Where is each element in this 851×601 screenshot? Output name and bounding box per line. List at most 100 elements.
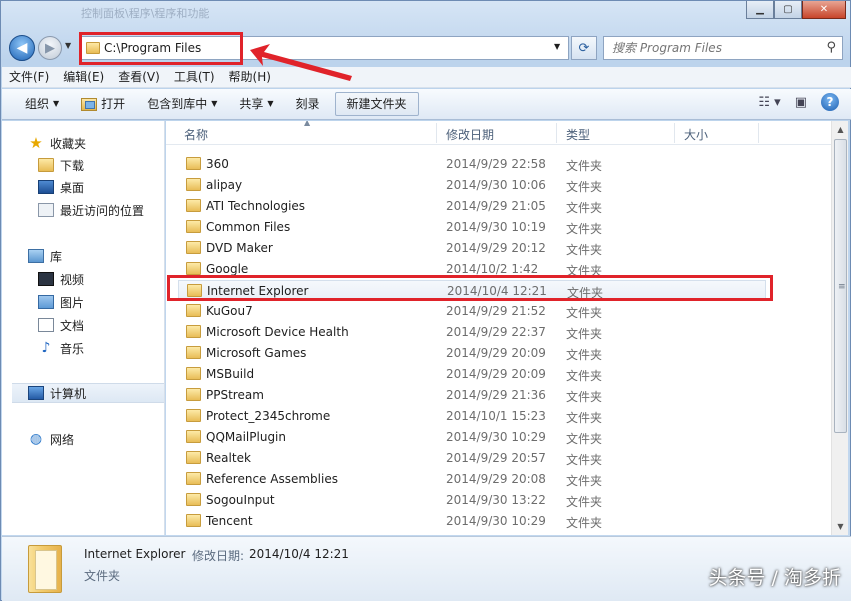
- sidebar-item-videos[interactable]: 视频: [38, 269, 84, 289]
- maximize-button[interactable]: ▢: [774, 1, 802, 19]
- menu-file[interactable]: 文件(F): [2, 67, 56, 88]
- table-row[interactable]: Common Files 2014/9/30 10:19 文件夹: [178, 217, 766, 238]
- help-icon[interactable]: ?: [821, 93, 839, 111]
- column-type[interactable]: 类型: [566, 126, 590, 143]
- table-row[interactable]: Realtek 2014/9/29 20:57 文件夹: [178, 448, 766, 469]
- table-row[interactable]: Windows Defender2014/9/14 1:33文件夹: [178, 532, 766, 535]
- open-icon: [81, 97, 98, 111]
- table-row[interactable]: ATI Technologies 2014/9/29 21:05 文件夹: [178, 196, 766, 217]
- file-date: 2014/9/29 20:08: [446, 472, 546, 486]
- table-row[interactable]: QQMailPlugin 2014/9/30 10:29 文件夹: [178, 427, 766, 448]
- sidebar-item-recent[interactable]: 最近访问的位置: [38, 200, 144, 220]
- vertical-scrollbar[interactable]: ▲ ≡ ▼: [831, 121, 848, 535]
- view-options-icon[interactable]: ☷ ▾: [758, 95, 780, 110]
- burn-label: 刻录: [295, 97, 320, 111]
- sidebar-item-label: 图片: [60, 295, 85, 310]
- command-bar: 组织 ▼ 打开 包含到库中 ▼ 共享 ▼ 刻录 新建文件夹 ☷ ▾ ▣ ?: [2, 89, 851, 120]
- table-row[interactable]: Tencent 2014/9/30 10:29 文件夹: [178, 511, 766, 532]
- file-name: Microsoft Device Health: [206, 325, 349, 339]
- file-name: Realtek: [206, 451, 251, 465]
- menu-edit[interactable]: 编辑(E): [56, 67, 111, 88]
- menu-help[interactable]: 帮助(H): [222, 67, 278, 88]
- sidebar-item-music[interactable]: ♪ 音乐: [38, 338, 84, 358]
- sidebar-item-computer[interactable]: 计算机: [12, 383, 164, 403]
- close-button[interactable]: ✕: [802, 1, 846, 19]
- folder-icon: [186, 346, 201, 359]
- file-date: 2014/9/30 10:29: [446, 514, 546, 528]
- forward-arrow-icon: ▶: [45, 40, 55, 56]
- table-row[interactable]: Protect_2345chrome 2014/10/1 15:23 文件夹: [178, 406, 766, 427]
- sidebar-item-desktop[interactable]: 桌面: [38, 177, 84, 197]
- sidebar-item-libraries[interactable]: 库: [28, 246, 62, 266]
- table-row[interactable]: KuGou7 2014/9/29 21:52 文件夹: [178, 301, 766, 322]
- view-controls: ☷ ▾ ▣ ?: [758, 93, 839, 111]
- window-controls: ▁ ▢ ✕: [746, 1, 846, 19]
- chevron-down-icon: ▼: [53, 99, 60, 108]
- video-icon: [38, 272, 54, 286]
- open-button[interactable]: 打开: [70, 92, 136, 116]
- recent-pages-dropdown[interactable]: ▼: [65, 41, 71, 50]
- menu-tools[interactable]: 工具(T): [167, 67, 222, 88]
- back-arrow-icon: ◀: [16, 40, 28, 56]
- table-row[interactable]: 360 2014/9/29 22:58 文件夹: [178, 154, 766, 175]
- table-row[interactable]: SogouInput 2014/9/30 13:22 文件夹: [178, 490, 766, 511]
- title-bar[interactable]: 控制面板\程序\程序和功能 ▁ ▢ ✕: [1, 1, 851, 25]
- details-date-label: 修改日期:: [192, 549, 245, 563]
- sidebar-item-documents[interactable]: 文档: [38, 315, 84, 335]
- file-name: Protect_2345chrome: [206, 409, 331, 423]
- refresh-button[interactable]: ⟳: [571, 36, 597, 60]
- table-row[interactable]: MSBuild 2014/9/29 20:09 文件夹: [178, 364, 766, 385]
- folder-icon: [186, 199, 201, 212]
- address-dropdown-icon[interactable]: ▼: [554, 42, 560, 51]
- column-name[interactable]: 名称: [184, 126, 208, 143]
- table-row[interactable]: DVD Maker 2014/9/29 20:12 文件夹: [178, 238, 766, 259]
- file-name: PPStream: [206, 388, 264, 402]
- forward-button[interactable]: ▶: [38, 36, 62, 60]
- search-icon[interactable]: ⚲: [826, 40, 836, 55]
- sidebar-item-favorites[interactable]: ★ 收藏夹: [28, 133, 86, 153]
- table-row[interactable]: PPStream 2014/9/29 21:36 文件夹: [178, 385, 766, 406]
- include-in-library-button[interactable]: 包含到库中 ▼: [136, 92, 228, 116]
- file-name: ATI Technologies: [206, 199, 306, 213]
- sort-arrow-icon: ▲: [304, 121, 311, 127]
- table-row[interactable]: Reference Assemblies 2014/9/29 20:08 文件夹: [178, 469, 766, 490]
- burn-button[interactable]: 刻录: [285, 92, 331, 116]
- column-divider[interactable]: [758, 123, 759, 143]
- column-divider[interactable]: [436, 123, 437, 143]
- table-row[interactable]: Microsoft Games 2014/9/29 20:09 文件夹: [178, 343, 766, 364]
- sidebar-item-pictures[interactable]: 图片: [38, 292, 84, 312]
- file-name: Google: [206, 262, 249, 276]
- menu-view[interactable]: 查看(V): [111, 67, 167, 88]
- preview-pane-icon[interactable]: ▣: [795, 95, 807, 110]
- file-name: alipay: [206, 178, 243, 192]
- sidebar-item-label: 下载: [60, 158, 85, 173]
- sidebar-item-downloads[interactable]: 下载: [38, 155, 84, 175]
- menu-bar: 文件(F) 编辑(E) 查看(V) 工具(T) 帮助(H): [2, 67, 851, 88]
- file-type: 文件夹: [566, 180, 603, 194]
- sidebar-item-network[interactable]: ◍ 网络: [28, 429, 74, 449]
- column-date[interactable]: 修改日期: [446, 126, 494, 143]
- search-input[interactable]: [604, 37, 804, 59]
- folder-icon: [186, 451, 201, 464]
- column-size[interactable]: 大小: [684, 126, 708, 143]
- table-row[interactable]: alipay 2014/9/30 10:06 文件夹: [178, 175, 766, 196]
- network-icon: ◍: [29, 431, 43, 447]
- column-divider[interactable]: [556, 123, 557, 143]
- back-button[interactable]: ◀: [9, 35, 35, 61]
- share-button[interactable]: 共享 ▼: [228, 92, 284, 116]
- file-name: Common Files: [206, 220, 291, 234]
- table-row[interactable]: Microsoft Device Health 2014/9/29 22:37 文件…: [178, 322, 766, 343]
- picture-icon: [38, 295, 54, 309]
- file-type: 文件夹: [566, 201, 603, 215]
- star-icon: ★: [29, 134, 43, 152]
- document-icon: [38, 318, 54, 332]
- organize-button[interactable]: 组织 ▼: [14, 92, 70, 116]
- scroll-thumb[interactable]: ≡: [834, 139, 847, 433]
- column-divider[interactable]: [674, 123, 675, 143]
- scroll-down-button[interactable]: ▼: [833, 519, 848, 534]
- new-folder-button[interactable]: 新建文件夹: [334, 92, 419, 116]
- details-type: 文件夹: [84, 569, 121, 583]
- scroll-up-button[interactable]: ▲: [833, 122, 848, 137]
- minimize-button[interactable]: ▁: [746, 1, 774, 19]
- search-box[interactable]: ⚲: [603, 36, 843, 60]
